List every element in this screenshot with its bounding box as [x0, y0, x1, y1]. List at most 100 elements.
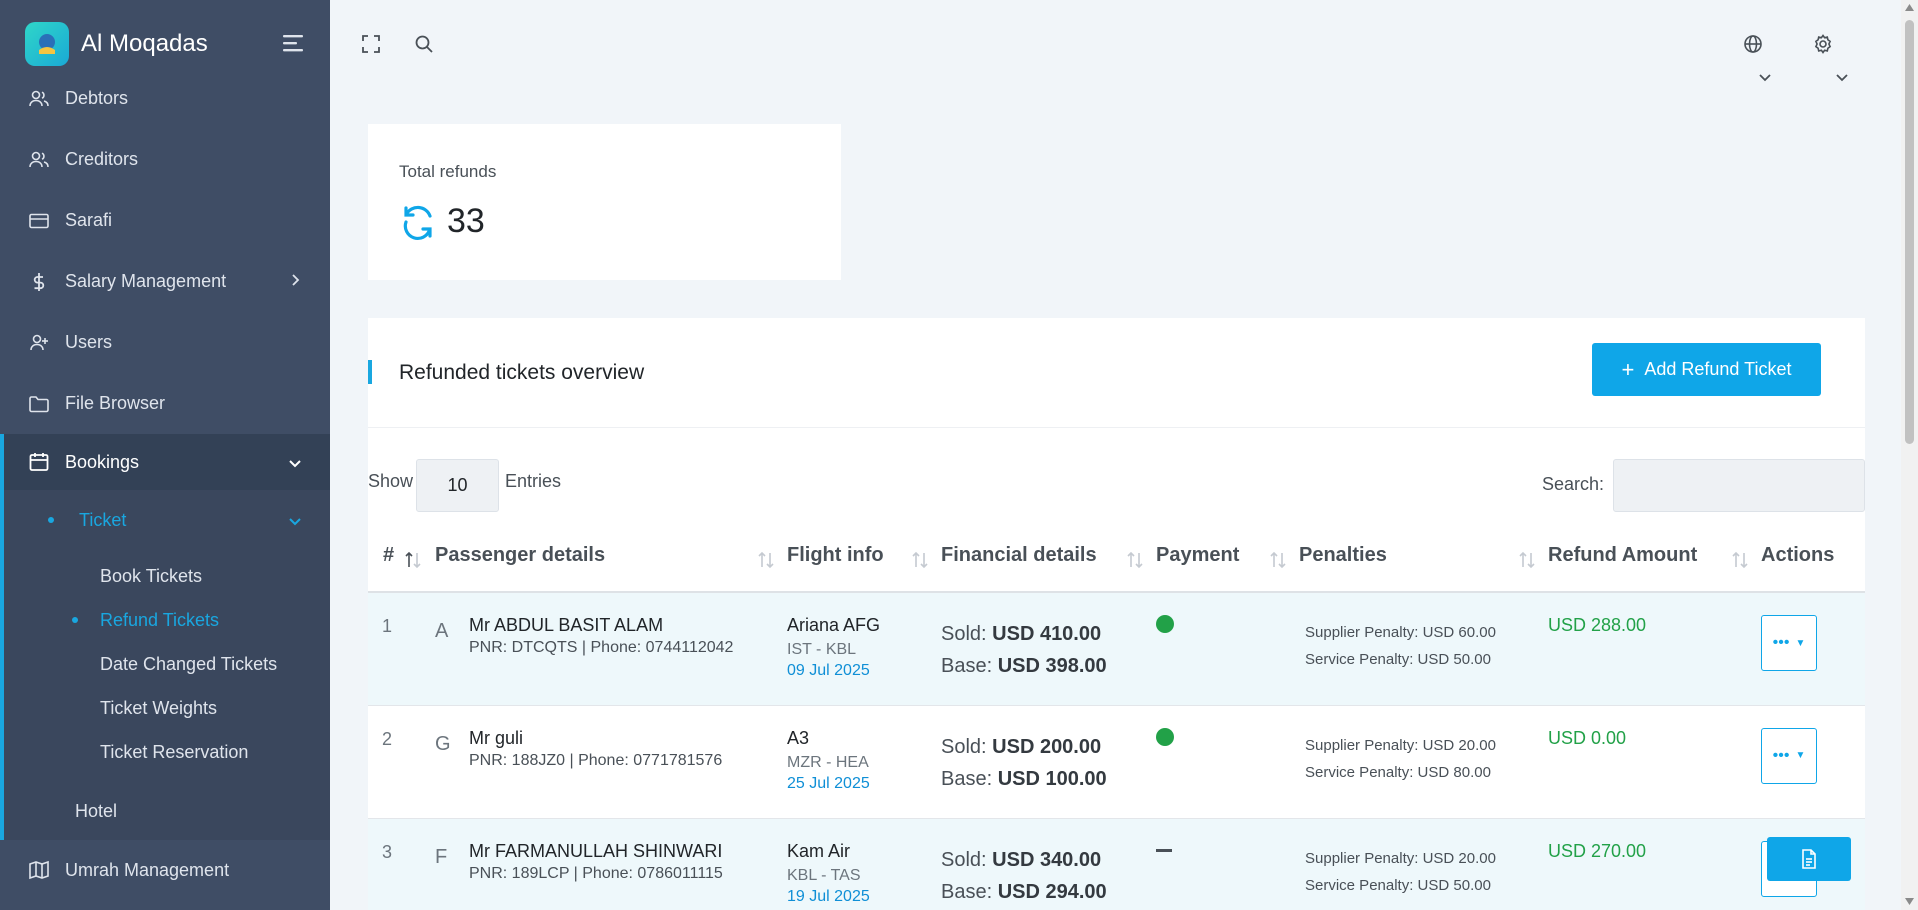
- plus-icon: +: [1621, 356, 1635, 382]
- sidebar-item-ticket-reservation[interactable]: Ticket Reservation: [4, 730, 330, 774]
- caret-down-icon: ▼: [1795, 750, 1806, 761]
- service-penalty: Service Penalty: USD 80.00: [1305, 763, 1491, 781]
- row-actions-button[interactable]: ••• ▼: [1761, 727, 1817, 784]
- sold-label: Sold:: [941, 735, 987, 758]
- scroll-up-icon[interactable]: [1905, 4, 1914, 11]
- sidebar-item-ticket[interactable]: Ticket: [4, 490, 330, 550]
- col-refund-amount[interactable]: Refund Amount: [1548, 520, 1761, 593]
- scroll-down-icon[interactable]: [1905, 898, 1914, 905]
- sort-icon: [1270, 551, 1286, 569]
- page-scrollbar[interactable]: [1901, 0, 1918, 910]
- row-actions-button[interactable]: ••• ▼: [1761, 615, 1817, 671]
- col-index[interactable]: #: [368, 520, 435, 593]
- col-payment[interactable]: Payment: [1156, 520, 1299, 593]
- chevron-right-icon: [292, 274, 300, 286]
- refunds-table: # Passenger details Flight info Financia…: [368, 520, 1865, 910]
- base-label: Base:: [941, 880, 993, 903]
- header-label: Payment: [1156, 544, 1240, 566]
- credit-card-icon: [28, 210, 50, 232]
- sort-icon: [405, 551, 421, 569]
- refund-amount: USD 270.00: [1548, 840, 1647, 861]
- sold-value: USD 340.00: [992, 848, 1102, 871]
- sidebar-item-date-changed-tickets[interactable]: Date Changed Tickets: [4, 642, 330, 686]
- floating-document-button[interactable]: [1767, 837, 1851, 881]
- scroll-thumb[interactable]: [1905, 20, 1914, 444]
- payment-cell: [1156, 819, 1299, 852]
- gear-icon[interactable]: [1813, 34, 1833, 54]
- sidebar-item-hotel[interactable]: Hotel: [4, 782, 330, 840]
- entries-select[interactable]: 10: [416, 459, 499, 512]
- sidebar-item-label: Ticket: [79, 509, 127, 530]
- col-penalties[interactable]: Penalties: [1299, 520, 1548, 593]
- base-value: USD 398.00: [997, 655, 1107, 677]
- sidebar-item-creditors[interactable]: Creditors: [0, 129, 330, 190]
- col-financial[interactable]: Financial details: [941, 520, 1156, 593]
- route: KBL - TAS: [787, 866, 861, 884]
- app-name: Al Moqadas: [81, 30, 208, 57]
- document-icon: [1802, 849, 1816, 869]
- sidebar-item-debtors[interactable]: Debtors: [0, 68, 330, 129]
- add-refund-ticket-button[interactable]: + Add Refund Ticket: [1592, 343, 1821, 396]
- sold-value: USD 200.00: [992, 735, 1102, 758]
- sort-icon: [758, 551, 774, 569]
- entries-label: Entries: [505, 471, 562, 491]
- flight-cell: Ariana AFG IST - KBL 09 Jul 2025: [787, 593, 941, 680]
- row-index: 3: [382, 841, 393, 862]
- passenger-cell: G Mr guli PNR: 188JZ0 | Phone: 0771781576: [435, 706, 787, 770]
- refresh-icon: [403, 205, 432, 240]
- row-index: 2: [382, 728, 393, 749]
- base-value: USD 294.00: [997, 880, 1107, 903]
- route: MZR - HEA: [787, 753, 869, 771]
- sidebar-item-ticket-weights[interactable]: Ticket Weights: [4, 686, 330, 730]
- table-row[interactable]: 1 A Mr ABDUL BASIT ALAM PNR: DTCQTS | Phon…: [368, 592, 1865, 706]
- fullscreen-icon[interactable]: [361, 34, 381, 54]
- sidebar-nav: Debtors Creditors Sarafi Salary Manageme…: [0, 68, 330, 900]
- app-logo: [25, 22, 69, 66]
- flight-cell: Kam Air KBL - TAS 19 Jul 2025: [787, 819, 941, 906]
- chevron-down-icon[interactable]: [1835, 70, 1849, 84]
- financial-cell: Sold: USD 410.00 Base: USD 398.00: [941, 593, 1156, 682]
- flight-date: 09 Jul 2025: [787, 662, 870, 679]
- globe-icon[interactable]: [1743, 34, 1763, 54]
- refund-amount: USD 288.00: [1548, 615, 1647, 635]
- sidebar-item-salary-management[interactable]: Salary Management: [0, 251, 330, 312]
- col-passenger[interactable]: Passenger details: [435, 520, 787, 593]
- title-accent-bar: [368, 360, 372, 384]
- sidebar-item-label: Bookings: [65, 451, 140, 472]
- sidebar-item-book-tickets[interactable]: Book Tickets: [4, 554, 330, 598]
- chevron-down-icon: [289, 460, 301, 468]
- sidebar-item-sarafi[interactable]: Sarafi: [0, 190, 330, 251]
- chevron-down-icon[interactable]: [1758, 70, 1772, 84]
- users-icon: [28, 149, 50, 171]
- search-icon[interactable]: [414, 34, 434, 54]
- table-row[interactable]: 2 G Mr guli PNR: 188JZ0 | Phone: 077178157…: [368, 705, 1865, 819]
- passenger-cell: A Mr ABDUL BASIT ALAM PNR: DTCQTS | Phone:…: [435, 593, 787, 657]
- header-label: Refund Amount: [1548, 544, 1698, 566]
- sidebar-item-umrah-management[interactable]: Umrah Management: [0, 840, 330, 900]
- payment-cell: [1156, 593, 1299, 633]
- sort-icon: [912, 551, 928, 569]
- table-controls: Show 10 Entries Search:: [368, 428, 1865, 520]
- header-label: Penalties: [1299, 544, 1387, 566]
- base-label: Base:: [941, 767, 993, 790]
- flight-cell: A3 MZR - HEA 25 Jul 2025: [787, 706, 941, 793]
- passenger-name: Mr FARMANULLAH SHINWARI: [469, 840, 723, 861]
- header-label: #: [383, 544, 395, 566]
- calendar-icon: [28, 451, 50, 473]
- header-label: Passenger details: [435, 544, 606, 566]
- table-row[interactable]: 3 F Mr FARMANULLAH SHINWARI PNR: 189LCP | …: [368, 818, 1865, 910]
- financial-cell: Sold: USD 340.00 Base: USD 294.00: [941, 819, 1156, 908]
- sidebar-item-refund-tickets[interactable]: Refund Tickets: [4, 598, 330, 642]
- stat-value: 33: [447, 202, 485, 240]
- passenger-cell: F Mr FARMANULLAH SHINWARI PNR: 189LCP | Ph…: [435, 819, 787, 883]
- sidebar-item-users[interactable]: Users: [0, 312, 330, 373]
- search-input[interactable]: [1613, 459, 1865, 512]
- sidebar-item-file-browser[interactable]: File Browser: [0, 373, 330, 434]
- passenger-name: Mr ABDUL BASIT ALAM: [469, 615, 664, 635]
- passenger-initial: G: [435, 732, 451, 755]
- sidebar-item-bookings[interactable]: Bookings: [0, 434, 330, 490]
- user-plus-icon: [28, 332, 50, 354]
- menu-toggle-icon[interactable]: [283, 34, 305, 52]
- button-label: Add Refund Ticket: [1644, 359, 1792, 379]
- col-flight[interactable]: Flight info: [787, 520, 941, 593]
